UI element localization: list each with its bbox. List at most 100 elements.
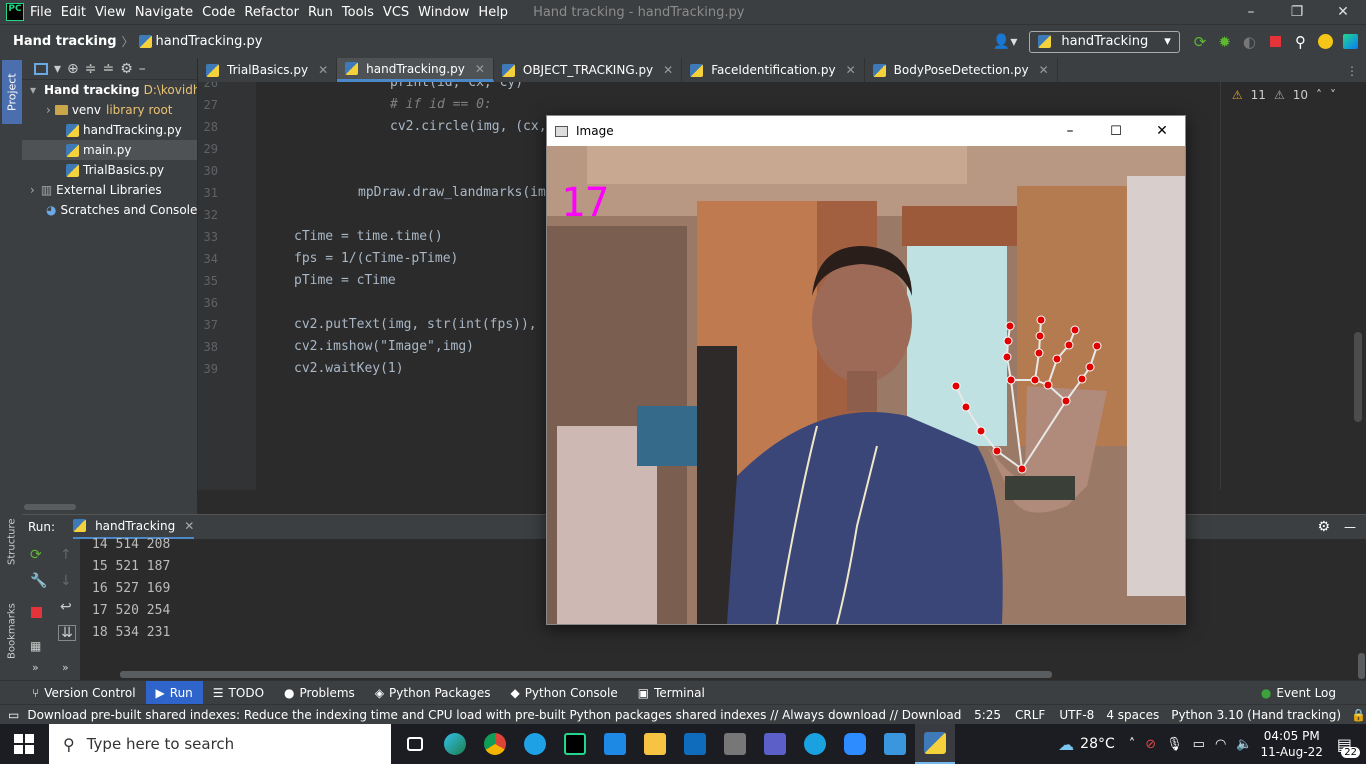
mail-icon[interactable] <box>715 724 755 764</box>
status-message[interactable]: Download pre-built shared indexes: Reduc… <box>27 708 962 722</box>
tab-faceidentification[interactable]: FaceIdentification.py ✕ <box>682 58 865 82</box>
arrow-up-icon[interactable]: ↑ <box>60 547 72 563</box>
tree-item-scratches[interactable]: ◕ Scratches and Consoles <box>22 200 197 220</box>
arrow-down-icon[interactable]: ↓ <box>60 573 72 589</box>
close-tab-icon[interactable]: ✕ <box>1039 63 1049 77</box>
gear-icon[interactable]: ⚙ <box>1317 519 1330 535</box>
close-tab-icon[interactable]: ✕ <box>475 62 485 76</box>
structure-tool-tab[interactable]: Structure <box>4 512 20 572</box>
soft-wrap-icon[interactable]: ↩ <box>60 599 72 615</box>
tree-item-venv[interactable]: › venv library root <box>22 100 197 120</box>
search-icon[interactable]: ⚲ <box>1295 33 1306 51</box>
tool-event-log[interactable]: ● Event Log <box>1251 681 1366 705</box>
opencv-image-window[interactable]: Image – ☐ ✕ 17 <box>546 115 1186 625</box>
more-tabs-icon[interactable]: ⋮ <box>1346 64 1358 78</box>
zoom-icon[interactable] <box>835 724 875 764</box>
minimize-icon[interactable]: – <box>1047 123 1093 139</box>
ie-icon[interactable] <box>515 724 555 764</box>
stop-icon[interactable] <box>31 607 42 618</box>
menu-file[interactable]: File <box>30 5 52 20</box>
file-explorer-icon[interactable] <box>635 724 675 764</box>
close-tab-icon[interactable]: ✕ <box>318 63 328 77</box>
microphone-icon[interactable]: 🎙 <box>1166 737 1183 752</box>
hide-icon[interactable]: – <box>139 61 146 77</box>
horizontal-scrollbar[interactable] <box>120 671 1052 678</box>
tool-python-packages[interactable]: ◈ Python Packages <box>365 681 501 705</box>
tool-version-control[interactable]: ⑂ Version Control <box>0 681 146 705</box>
close-icon[interactable]: ✕ <box>1320 4 1366 20</box>
file-encoding[interactable]: UTF-8 <box>1059 708 1094 722</box>
tool-python-console[interactable]: ◆ Python Console <box>500 681 627 705</box>
close-tab-icon[interactable]: ✕ <box>184 519 194 533</box>
webex-icon[interactable] <box>795 724 835 764</box>
update-icon[interactable] <box>1318 34 1333 49</box>
chevron-up-icon[interactable]: ˄ <box>1316 88 1322 102</box>
status-window-icon[interactable]: ▭ <box>8 708 19 722</box>
plugin-icon[interactable] <box>1343 34 1358 49</box>
taskbar-search[interactable]: ⚲ Type here to search <box>49 724 391 764</box>
pycharm-icon[interactable] <box>555 724 595 764</box>
run-config-select[interactable]: handTracking ▾ <box>1029 30 1180 53</box>
breadcrumb-file[interactable]: handTracking.py <box>156 34 263 49</box>
coverage-icon[interactable]: ◐ <box>1243 33 1256 51</box>
gear-icon[interactable]: ⚙ <box>120 61 133 77</box>
edge-icon[interactable] <box>435 724 475 764</box>
restore-icon[interactable]: ❐ <box>1274 4 1320 20</box>
volume-icon[interactable]: 🔈 <box>1236 737 1252 752</box>
tree-item-file[interactable]: TrialBasics.py <box>22 160 197 180</box>
menu-vcs[interactable]: VCS <box>383 5 409 20</box>
python-taskbar-icon[interactable] <box>915 724 955 764</box>
lock-icon[interactable]: 🔒 <box>1351 708 1366 722</box>
inspection-widget[interactable]: ⚠ 11 ⚠ 10 ˄ ˅ <box>1232 88 1336 102</box>
tab-bodyposedetection[interactable]: BodyPoseDetection.py ✕ <box>865 58 1058 82</box>
menu-window[interactable]: Window <box>418 5 469 20</box>
menu-navigate[interactable]: Navigate <box>135 5 193 20</box>
rerun-icon[interactable]: ⟳ <box>1194 33 1207 51</box>
scroll-to-end-icon[interactable]: ⇊ <box>58 625 76 641</box>
menu-run[interactable]: Run <box>308 5 333 20</box>
indent-setting[interactable]: 4 spaces <box>1106 708 1159 722</box>
more-icon[interactable]: » <box>62 661 69 674</box>
rerun-icon[interactable]: ⟳ <box>30 547 42 563</box>
tree-item-file[interactable]: main.py <box>22 140 197 160</box>
user-icon[interactable]: 👤▾ <box>993 34 1017 50</box>
vertical-scrollbar[interactable] <box>1354 332 1362 422</box>
menu-code[interactable]: Code <box>202 5 235 20</box>
close-icon[interactable]: ✕ <box>1139 123 1185 139</box>
run-tab[interactable]: handTracking ✕ <box>73 515 195 540</box>
vscode-icon[interactable] <box>595 724 635 764</box>
menu-edit[interactable]: Edit <box>61 5 86 20</box>
notification-icon[interactable]: ▤ 22 <box>1337 735 1360 758</box>
locate-icon[interactable]: ⊕ <box>67 61 79 77</box>
breadcrumb-project[interactable]: Hand tracking <box>13 34 117 49</box>
tool-terminal[interactable]: ▣ Terminal <box>628 681 715 705</box>
battery-icon[interactable]: ▭ <box>1193 737 1205 752</box>
chrome-icon[interactable] <box>475 724 515 764</box>
weather-icon[interactable]: ☁ <box>1058 735 1074 754</box>
menu-tools[interactable]: Tools <box>342 5 374 20</box>
tab-trialbasics[interactable]: TrialBasics.py ✕ <box>198 58 338 82</box>
temperature[interactable]: 28°C <box>1080 736 1115 752</box>
python-interpreter[interactable]: Python 3.10 (Hand tracking) <box>1171 708 1341 722</box>
tree-item-external-libraries[interactable]: › ▥ External Libraries <box>22 180 197 200</box>
menu-view[interactable]: View <box>95 5 126 20</box>
project-view-icon[interactable] <box>34 62 48 75</box>
windows-start-icon[interactable] <box>14 734 34 754</box>
layout-icon[interactable]: ▦ <box>30 639 41 653</box>
task-view-icon[interactable] <box>395 724 435 764</box>
tree-item-file[interactable]: handTracking.py <box>22 120 197 140</box>
caret-position[interactable]: 5:25 <box>974 708 1001 722</box>
more-icon[interactable]: » <box>32 661 39 674</box>
wifi-icon[interactable]: ◠ <box>1215 737 1226 752</box>
close-tab-icon[interactable]: ✕ <box>663 63 673 77</box>
network-status-icon[interactable]: ⊘ <box>1145 737 1156 752</box>
tab-handtracking[interactable]: handTracking.py ✕ <box>337 58 494 82</box>
chevron-up-icon[interactable]: ˄ <box>1129 737 1136 752</box>
clock[interactable]: 04:05 PM 11-Aug-22 <box>1261 728 1323 760</box>
bookmarks-tool-tab[interactable]: Bookmarks <box>4 596 20 666</box>
horizontal-scrollbar[interactable] <box>24 504 76 510</box>
image-window-titlebar[interactable]: Image – ☐ ✕ <box>547 116 1185 146</box>
tool-problems[interactable]: ● Problems <box>274 681 365 705</box>
maximize-icon[interactable]: ☐ <box>1093 124 1139 139</box>
tool-todo[interactable]: ☰ TODO <box>203 681 274 705</box>
